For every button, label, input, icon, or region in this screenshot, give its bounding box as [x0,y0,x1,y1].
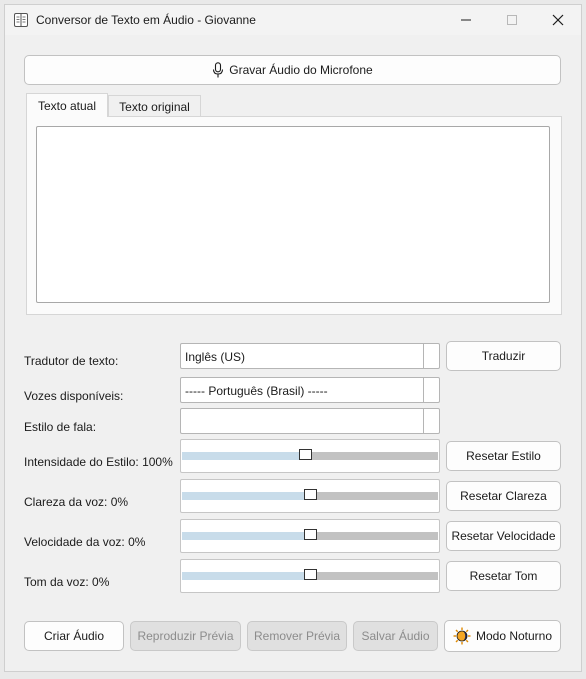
save-audio-button[interactable]: Salvar Áudio [353,621,438,651]
slider-fill [182,572,306,580]
reset-pitch-button[interactable]: Resetar Tom [446,561,561,591]
tab-texto-atual[interactable]: Texto atual [26,93,108,117]
translator-label: Tradutor de texto: [24,354,119,368]
voice-clarity-slider[interactable] [180,479,440,513]
slider-thumb[interactable] [299,449,312,460]
voice-speed-label: Velocidade da voz: 0% [24,535,146,549]
voice-pitch-label: Tom da voz: 0% [24,575,110,589]
tab-texto-original[interactable]: Texto original [108,95,201,117]
maximize-icon [507,15,517,25]
speech-style-select[interactable] [180,408,440,434]
text-input-area[interactable] [36,126,550,303]
slider-fill [182,452,301,460]
close-button[interactable] [535,5,581,35]
reset-speed-button[interactable]: Resetar Velocidade [446,521,561,551]
window-title: Conversor de Texto em Áudio - Giovanne [36,13,256,27]
record-microphone-button[interactable]: Gravar Áudio do Microfone [24,55,561,85]
night-mode-icon [453,627,471,645]
tab-label: Texto atual [37,98,97,113]
voice-selected-value: ----- Português (Brasil) ----- [185,384,328,398]
maximize-button[interactable] [489,5,535,35]
tab-panel [26,116,562,315]
slider-thumb[interactable] [304,529,317,540]
microphone-icon [213,61,224,77]
style-intensity-label: Intensidade do Estilo: 100% [24,455,173,469]
reset-style-button[interactable]: Resetar Estilo [446,441,561,471]
slider-fill [182,532,306,540]
translator-language-select[interactable]: Inglês (US) [180,343,440,369]
voice-pitch-slider[interactable] [180,559,440,593]
dropdown-arrow[interactable] [423,378,439,402]
voice-speed-slider[interactable] [180,519,440,553]
app-book-icon [13,12,29,28]
dropdown-arrow[interactable] [423,409,439,433]
dropdown-arrow[interactable] [423,344,439,368]
slider-thumb[interactable] [304,489,317,500]
voice-clarity-label: Clareza da voz: 0% [24,495,129,509]
translate-button[interactable]: Traduzir [446,341,561,371]
title-bar: Conversor de Texto em Áudio - Giovanne [5,5,581,35]
night-mode-label: Modo Noturno [475,629,553,643]
slider-thumb[interactable] [304,569,317,580]
slider-fill [182,492,306,500]
voice-select[interactable]: ----- Português (Brasil) ----- [180,377,440,403]
voices-label: Vozes disponíveis: [24,389,124,403]
remove-preview-button[interactable]: Remover Prévia [247,621,347,651]
minimize-icon [461,19,471,21]
reset-clarity-button[interactable]: Resetar Clareza [446,481,561,511]
app-window: Conversor de Texto em Áudio - Giovanne G… [4,4,582,672]
record-button-label: Gravar Áudio do Microfone [229,63,373,77]
tab-label: Texto original [119,99,190,114]
close-icon [552,14,564,26]
style-intensity-slider[interactable] [180,439,440,473]
night-mode-button[interactable]: Modo Noturno [444,620,561,652]
create-audio-button[interactable]: Criar Áudio [24,621,124,651]
minimize-button[interactable] [443,5,489,35]
speech-style-label: Estilo de fala: [24,420,97,434]
play-preview-button[interactable]: Reproduzir Prévia [130,621,241,651]
main-content: Gravar Áudio do Microfone Texto atual Te… [5,35,581,671]
translator-selected-value: Inglês (US) [185,350,246,364]
